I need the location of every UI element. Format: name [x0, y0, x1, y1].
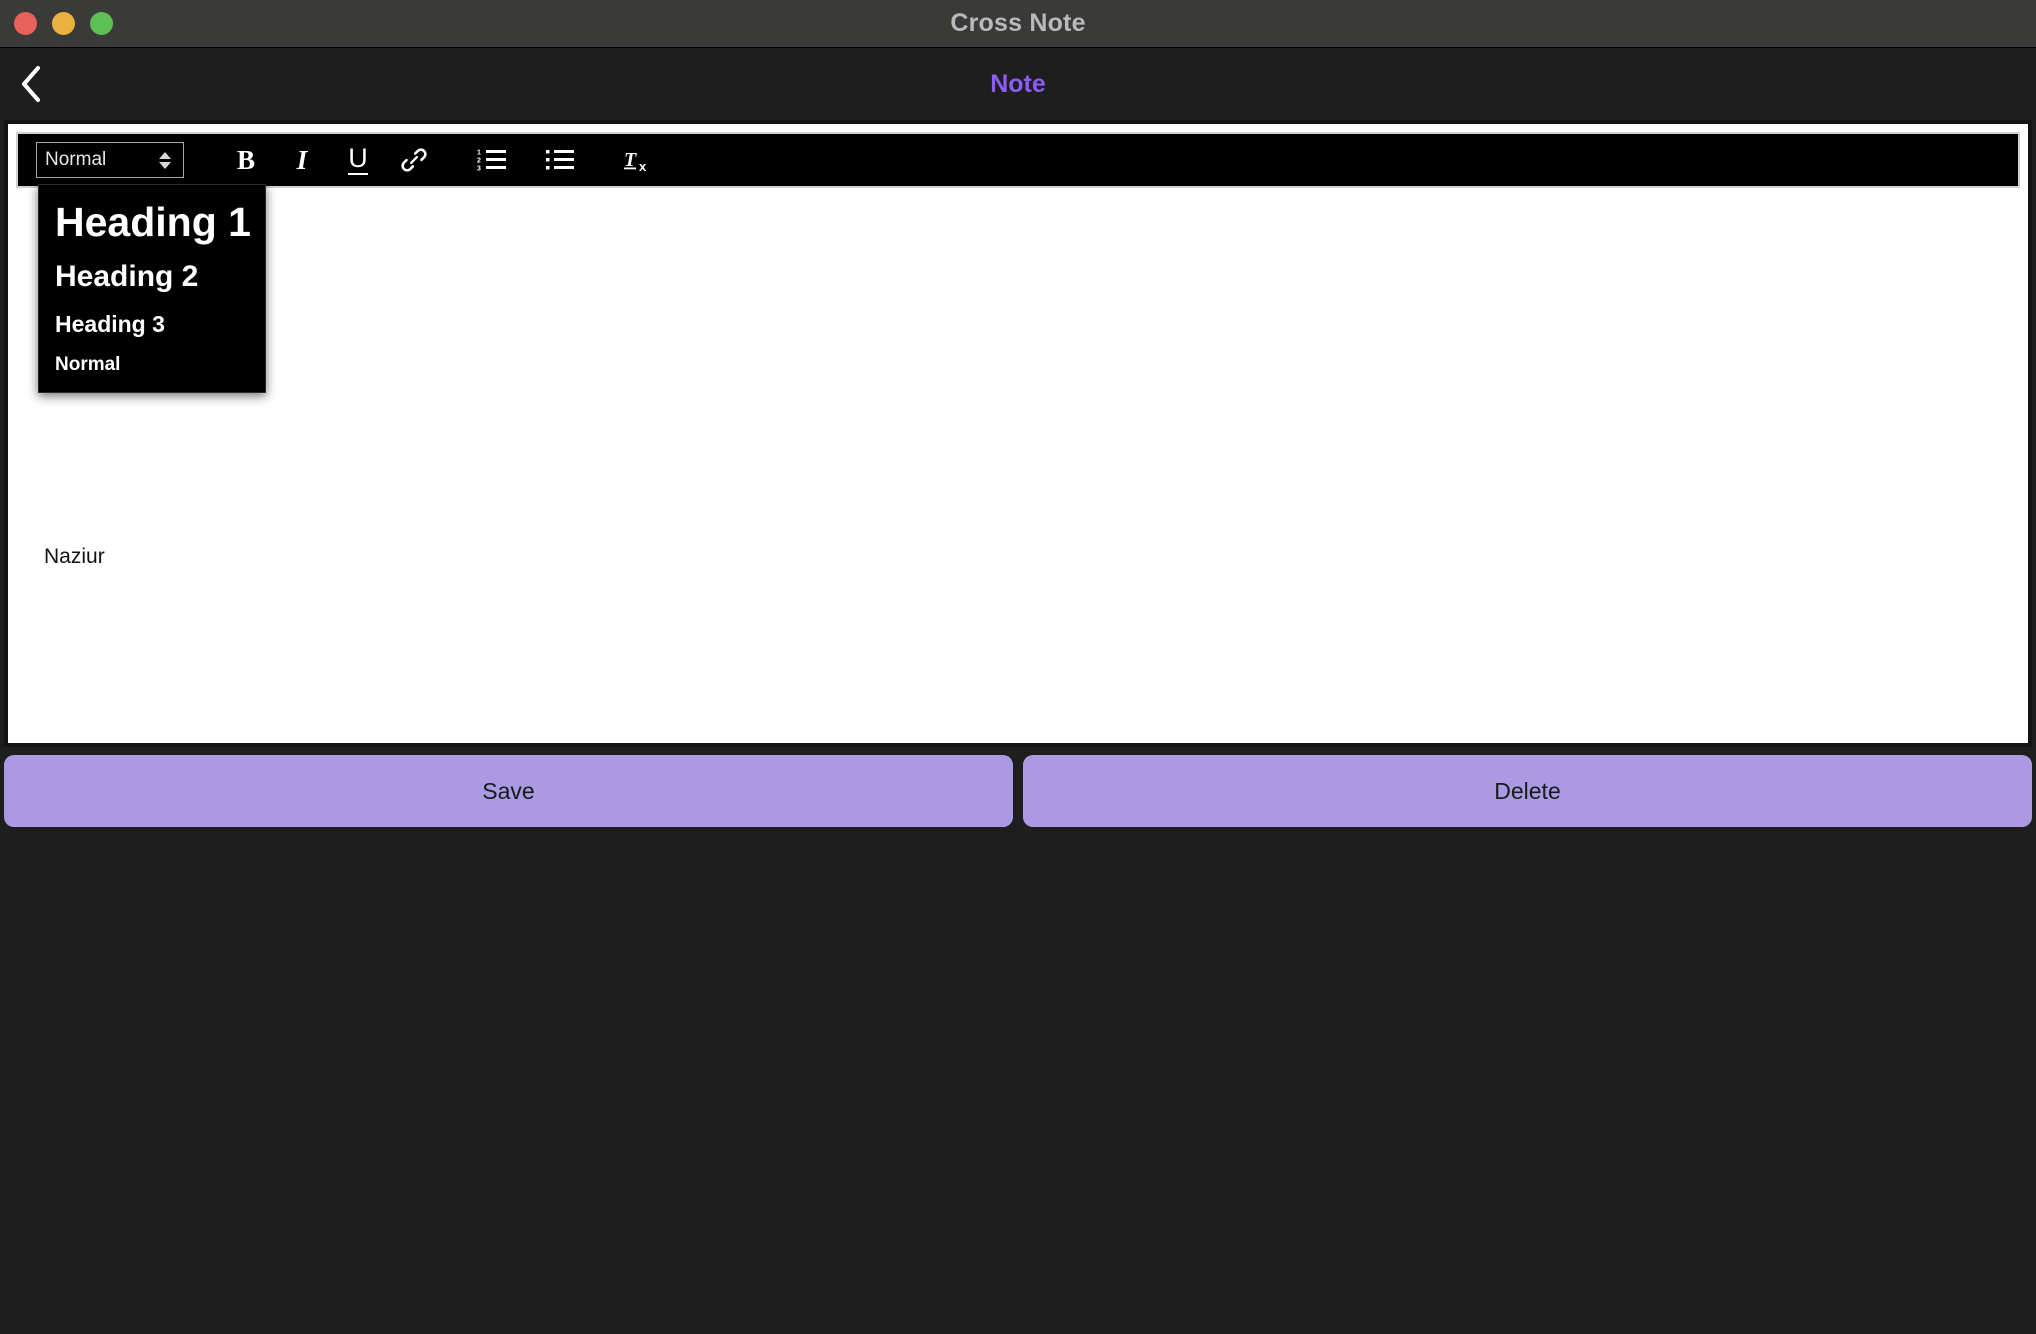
minimize-window-button[interactable]: [52, 12, 75, 35]
underline-icon: U: [348, 145, 368, 175]
link-icon: [400, 146, 428, 174]
page-title: Note: [0, 70, 2036, 99]
format-dropdown-menu[interactable]: Heading 1 Heading 2 Heading 3 Normal: [38, 184, 266, 393]
app-window: Cross Note Note Normal B I: [0, 0, 2036, 1334]
maximize-window-button[interactable]: [90, 12, 113, 35]
underline-button[interactable]: U: [336, 138, 380, 182]
bold-icon: B: [237, 145, 255, 176]
format-select-value: Normal: [45, 149, 159, 171]
note-text-area[interactable]: Naziur: [8, 190, 2028, 743]
window-title: Cross Note: [0, 0, 2036, 47]
bullet-list-button[interactable]: [538, 138, 582, 182]
note-editor-container: Normal B I U: [4, 120, 2032, 747]
editor-toolbar: Normal B I U: [16, 132, 2020, 188]
svg-text:2: 2: [477, 158, 481, 165]
traffic-light-group: [0, 12, 113, 35]
svg-text:x: x: [639, 159, 647, 174]
dropdown-option-heading-3[interactable]: Heading 3: [39, 309, 265, 339]
clear-format-button[interactable]: T x: [616, 138, 660, 182]
dropdown-option-normal[interactable]: Normal: [39, 352, 265, 378]
bold-button[interactable]: B: [224, 138, 268, 182]
ordered-list-button[interactable]: 1 2 3: [470, 138, 514, 182]
app-header: Note: [0, 48, 2036, 120]
action-button-row: Save Delete: [0, 747, 2036, 835]
clear-format-icon: T x: [621, 145, 655, 175]
dropdown-option-heading-1[interactable]: Heading 1: [39, 197, 265, 248]
italic-button[interactable]: I: [280, 138, 324, 182]
svg-text:3: 3: [477, 166, 481, 173]
up-down-stepper-icon: [159, 152, 175, 169]
note-content: Naziur: [44, 542, 1992, 571]
ordered-list-icon: 1 2 3: [477, 147, 507, 173]
save-button[interactable]: Save: [4, 755, 1013, 827]
delete-button[interactable]: Delete: [1023, 755, 2032, 827]
window-titlebar: Cross Note: [0, 0, 2036, 48]
bullet-list-icon: [545, 147, 575, 173]
format-select[interactable]: Normal: [36, 142, 184, 178]
svg-text:1: 1: [477, 150, 481, 157]
italic-icon: I: [297, 145, 308, 176]
dropdown-option-heading-2[interactable]: Heading 2: [39, 258, 265, 297]
close-window-button[interactable]: [14, 12, 37, 35]
link-button[interactable]: [392, 138, 436, 182]
